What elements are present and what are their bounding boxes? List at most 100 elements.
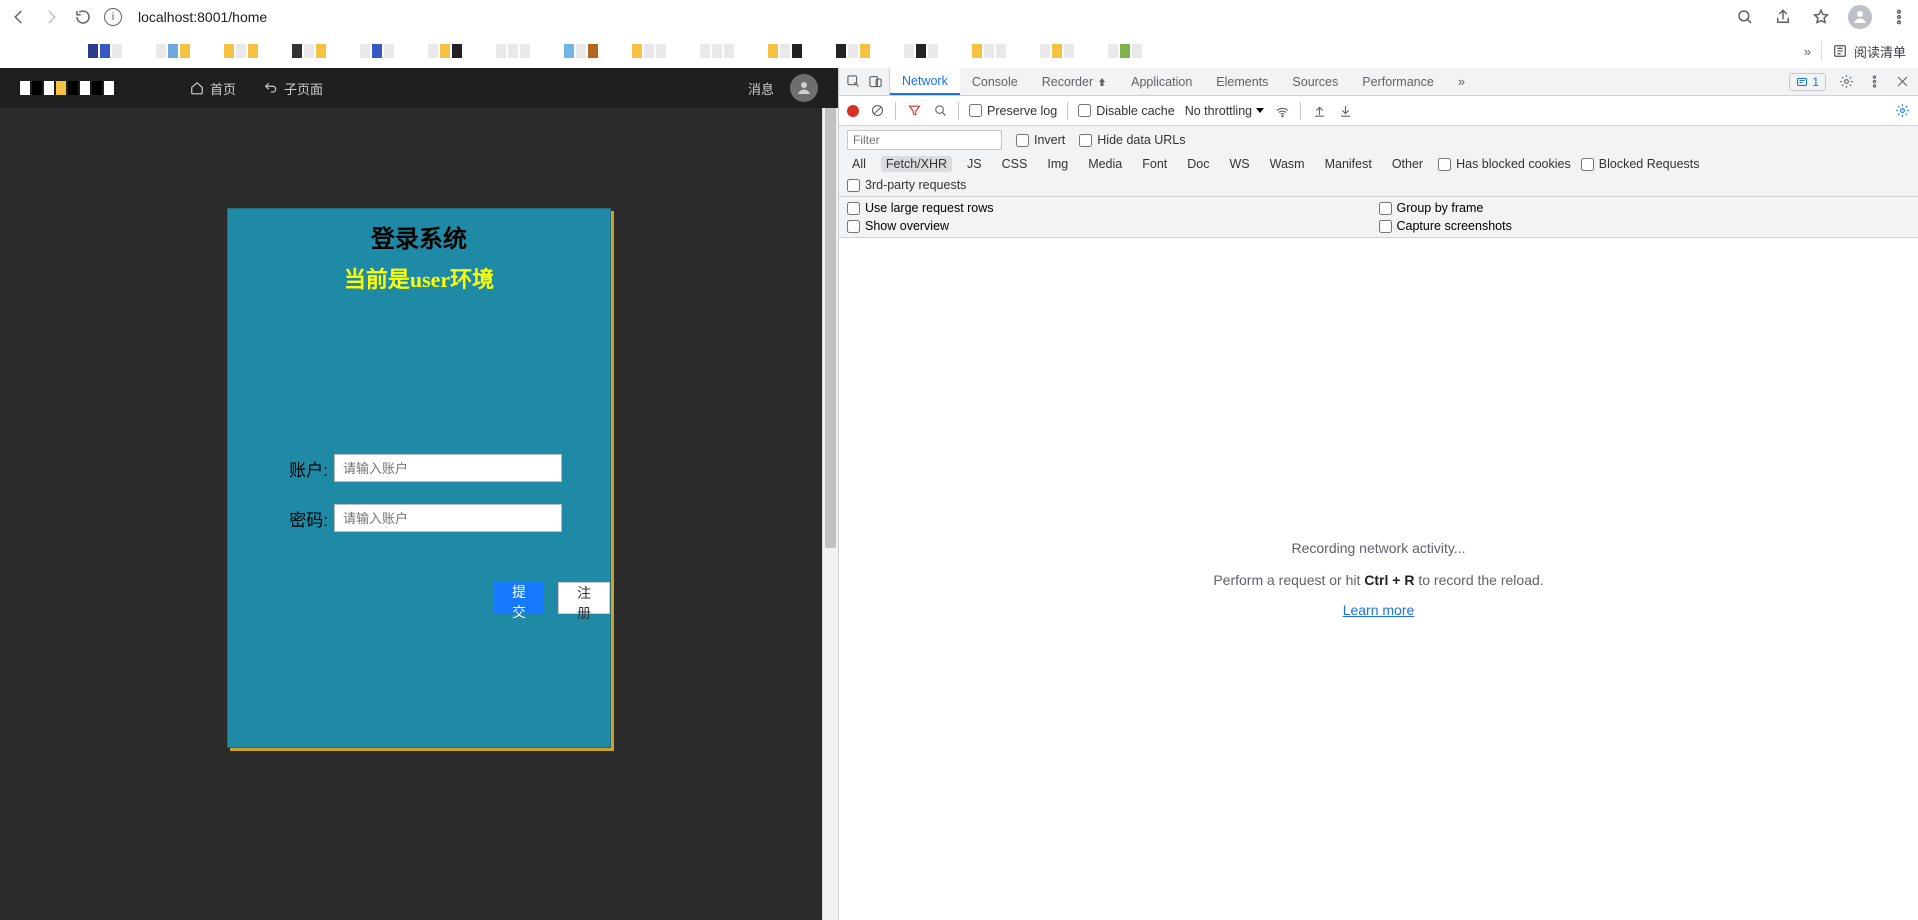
filter-type-img[interactable]: Img xyxy=(1042,156,1073,172)
network-empty-state: Recording network activity... Perform a … xyxy=(1213,540,1543,618)
issues-count: 1 xyxy=(1812,75,1819,89)
filter-type-all[interactable]: All xyxy=(847,156,871,172)
login-card: 登录系统 当前是user环境 账户: 密码: 提 交 注 册 xyxy=(227,208,611,748)
invert-checkbox[interactable]: Invert xyxy=(1016,133,1065,147)
tab-network[interactable]: Network xyxy=(890,68,960,95)
nav-subpage-link[interactable]: 子页面 xyxy=(264,79,323,98)
devtools-panel: Network Console Recorder Application Ele… xyxy=(838,68,1918,920)
filter-type-fetchxhr[interactable]: Fetch/XHR xyxy=(881,156,952,172)
tab-sources[interactable]: Sources xyxy=(1280,68,1350,95)
network-settings-icon[interactable] xyxy=(1894,103,1910,119)
nav-forward-button[interactable] xyxy=(40,6,62,28)
tabs-overflow-button[interactable]: » xyxy=(1446,68,1477,95)
account-input[interactable] xyxy=(334,454,562,482)
device-toggle-icon[interactable] xyxy=(867,74,883,90)
filter-input[interactable] xyxy=(847,130,1002,150)
bookmark-item[interactable] xyxy=(20,44,54,58)
site-info-icon[interactable]: i xyxy=(104,8,122,26)
learn-more-link[interactable]: Learn more xyxy=(1343,602,1415,618)
blocked-requests-checkbox[interactable]: Blocked Requests xyxy=(1581,157,1700,171)
nav-messages-link[interactable]: 消息 xyxy=(748,79,774,98)
hide-data-urls-checkbox[interactable]: Hide data URLs xyxy=(1079,133,1185,147)
disable-cache-checkbox[interactable]: Disable cache xyxy=(1078,104,1175,118)
tab-elements[interactable]: Elements xyxy=(1204,68,1280,95)
browser-menu-button[interactable] xyxy=(1888,6,1910,28)
tab-application[interactable]: Application xyxy=(1119,68,1204,95)
bookmark-item[interactable] xyxy=(292,44,326,58)
filter-type-css[interactable]: CSS xyxy=(997,156,1033,172)
bookmark-item[interactable] xyxy=(972,44,1006,58)
empty-line1: Recording network activity... xyxy=(1213,540,1543,556)
filter-type-doc[interactable]: Doc xyxy=(1182,156,1214,172)
filter-toggle-icon[interactable] xyxy=(906,103,922,119)
bookmark-item[interactable] xyxy=(700,44,734,58)
devtools-tabbar: Network Console Recorder Application Ele… xyxy=(839,68,1918,96)
tab-console[interactable]: Console xyxy=(960,68,1030,95)
devtools-menu-icon[interactable] xyxy=(1866,74,1882,90)
page-scrollbar[interactable] xyxy=(822,68,838,920)
nav-reload-button[interactable] xyxy=(72,6,94,28)
filter-type-ws[interactable]: WS xyxy=(1224,156,1254,172)
filter-type-wasm[interactable]: Wasm xyxy=(1265,156,1310,172)
nav-back-button[interactable] xyxy=(8,6,30,28)
inspect-element-icon[interactable] xyxy=(845,74,861,90)
bookmark-item[interactable] xyxy=(428,44,462,58)
bookmarks-overflow-button[interactable]: » xyxy=(1804,44,1811,59)
password-label: 密码: xyxy=(274,506,328,531)
preserve-log-checkbox[interactable]: Preserve log xyxy=(969,104,1057,118)
tab-performance[interactable]: Performance xyxy=(1350,68,1446,95)
throttling-select[interactable]: No throttling xyxy=(1185,104,1264,118)
network-toolbar: Preserve log Disable cache No throttling xyxy=(839,96,1918,126)
profile-avatar-button[interactable] xyxy=(1848,5,1872,29)
login-subtitle: 当前是user环境 xyxy=(344,262,494,294)
record-button[interactable] xyxy=(847,105,859,117)
search-icon[interactable] xyxy=(932,103,948,119)
export-har-icon[interactable] xyxy=(1337,103,1353,119)
bookmark-item[interactable] xyxy=(768,44,802,58)
filter-type-js[interactable]: JS xyxy=(962,156,987,172)
bookmark-item[interactable] xyxy=(496,44,530,58)
bookmark-item[interactable] xyxy=(836,44,870,58)
bookmark-item[interactable] xyxy=(1108,44,1142,58)
bookmark-item[interactable] xyxy=(632,44,666,58)
third-party-checkbox[interactable]: 3rd-party requests xyxy=(847,178,966,192)
password-input[interactable] xyxy=(334,504,562,532)
bookmark-item[interactable] xyxy=(564,44,598,58)
bookmark-item[interactable] xyxy=(224,44,258,58)
register-button[interactable]: 注 册 xyxy=(558,582,610,614)
bookmark-item[interactable] xyxy=(904,44,938,58)
clear-button[interactable] xyxy=(869,103,885,119)
large-rows-checkbox[interactable]: Use large request rows xyxy=(847,201,1379,215)
devtools-settings-icon[interactable] xyxy=(1838,74,1854,90)
nav-subpage-label: 子页面 xyxy=(284,79,323,98)
filter-type-manifest[interactable]: Manifest xyxy=(1320,156,1377,172)
reading-list-button[interactable]: 阅读清单 xyxy=(1832,42,1906,61)
address-bar[interactable] xyxy=(132,3,1724,31)
devtools-close-icon[interactable] xyxy=(1894,74,1910,90)
bookmark-star-icon[interactable] xyxy=(1810,6,1832,28)
show-overview-checkbox[interactable]: Show overview xyxy=(847,219,1379,233)
filter-type-row: All Fetch/XHR JS CSS Img Media Font Doc … xyxy=(847,156,1910,172)
empty-line2: Perform a request or hit Ctrl + R to rec… xyxy=(1213,572,1543,588)
nav-home-label: 首页 xyxy=(210,79,236,98)
has-blocked-cookies-checkbox[interactable]: Has blocked cookies xyxy=(1438,157,1571,171)
import-har-icon[interactable] xyxy=(1311,103,1327,119)
capture-screenshots-checkbox[interactable]: Capture screenshots xyxy=(1379,219,1911,233)
zoom-icon[interactable] xyxy=(1734,6,1756,28)
submit-button[interactable]: 提 交 xyxy=(494,582,544,614)
group-by-frame-checkbox[interactable]: Group by frame xyxy=(1379,201,1911,215)
tab-recorder[interactable]: Recorder xyxy=(1030,68,1119,95)
filter-type-other[interactable]: Other xyxy=(1387,156,1428,172)
network-conditions-icon[interactable] xyxy=(1274,103,1290,119)
bookmark-item[interactable] xyxy=(156,44,190,58)
filter-type-media[interactable]: Media xyxy=(1083,156,1127,172)
bookmark-item[interactable] xyxy=(1040,44,1074,58)
bookmark-item[interactable] xyxy=(360,44,394,58)
page-viewport: 首页 子页面 消息 登录系统 当前是user环境 xyxy=(0,68,838,920)
filter-type-font[interactable]: Font xyxy=(1137,156,1172,172)
share-icon[interactable] xyxy=(1772,6,1794,28)
issues-chip[interactable]: 1 xyxy=(1789,73,1826,91)
nav-home-link[interactable]: 首页 xyxy=(190,79,236,98)
user-avatar[interactable] xyxy=(790,74,818,102)
bookmark-item[interactable] xyxy=(88,44,122,58)
